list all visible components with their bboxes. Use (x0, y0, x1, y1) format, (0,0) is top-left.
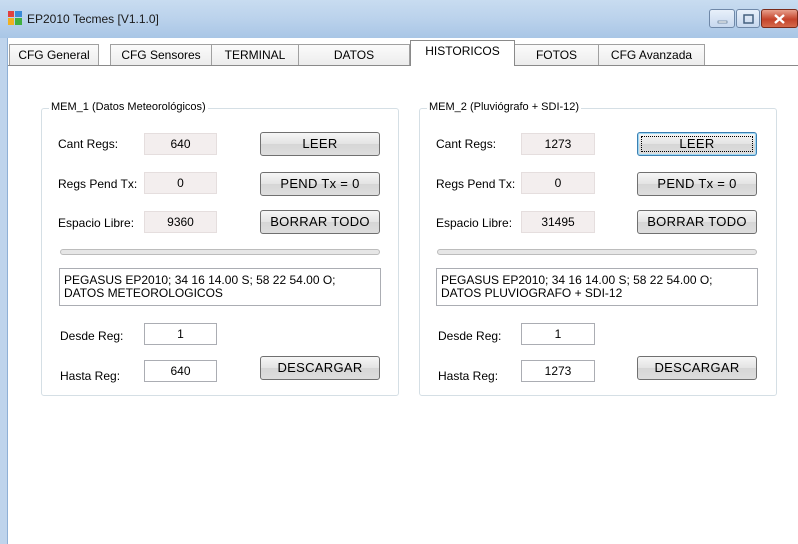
mem1-cant-regs-value: 640 (144, 133, 217, 155)
tab-datos[interactable]: DATOS (298, 44, 410, 65)
mem2-desde-input[interactable]: 1 (521, 323, 595, 345)
mem2-info-box[interactable]: PEGASUS EP2010; 34 16 14.00 S; 58 22 54.… (436, 268, 758, 306)
mem1-hasta-label: Hasta Reg: (60, 369, 121, 383)
tab-historicos[interactable]: HISTORICOS (410, 40, 515, 66)
tab-fotos[interactable]: FOTOS (514, 44, 599, 65)
mem1-pend-tx-button[interactable]: PEND Tx = 0 (260, 172, 380, 196)
window-title: EP2010 Tecmes [V1.1.0] (27, 12, 159, 26)
close-icon (774, 14, 785, 24)
mem2-hasta-input[interactable]: 1273 (521, 360, 595, 382)
mem1-regs-pend-value: 0 (144, 172, 217, 194)
mem1-desde-label: Desde Reg: (60, 329, 124, 343)
mem2-regs-pend-value: 0 (521, 172, 595, 194)
maximize-button[interactable] (736, 9, 760, 28)
mem2-legend: MEM_2 (Pluviógrafo + SDI-12) (427, 101, 582, 113)
mem1-desde-input[interactable]: 1 (144, 323, 217, 345)
minimize-button[interactable] (709, 9, 735, 28)
mem1-legend: MEM_1 (Datos Meteorológicos) (49, 101, 208, 113)
mem1-info-box[interactable]: PEGASUS EP2010; 34 16 14.00 S; 58 22 54.… (59, 268, 381, 306)
mem1-descargar-button[interactable]: DESCARGAR (260, 356, 380, 380)
mem2-progress-bar (437, 249, 757, 255)
focus-ring (641, 136, 753, 152)
mem2-borrar-button[interactable]: BORRAR TODO (637, 210, 757, 234)
mem1-leer-button[interactable]: LEER (260, 132, 380, 156)
mem2-espacio-value: 31495 (521, 211, 595, 233)
tab-terminal[interactable]: TERMINAL (211, 44, 299, 65)
mem2-regs-pend-label: Regs Pend Tx: (436, 177, 516, 191)
tab-cfg-avanzada[interactable]: CFG Avanzada (598, 44, 705, 65)
mem1-borrar-button[interactable]: BORRAR TODO (260, 210, 380, 234)
minimize-icon (717, 20, 728, 24)
mem2-cant-regs-value: 1273 (521, 133, 595, 155)
app-icon (8, 11, 22, 25)
mem2-espacio-label: Espacio Libre: (436, 216, 513, 230)
close-button[interactable] (761, 9, 798, 28)
mem2-desde-label: Desde Reg: (438, 329, 502, 343)
mem2-hasta-label: Hasta Reg: (438, 369, 499, 383)
mem1-regs-pend-label: Regs Pend Tx: (58, 177, 138, 191)
mem2-pend-tx-button[interactable]: PEND Tx = 0 (637, 172, 757, 196)
mem1-hasta-input[interactable]: 640 (144, 360, 217, 382)
mem1-progress-bar (60, 249, 380, 255)
mem1-espacio-label: Espacio Libre: (58, 216, 135, 230)
tab-cfg-sensores[interactable]: CFG Sensores (110, 44, 212, 65)
title-bar[interactable]: EP2010 Tecmes [V1.1.0] (0, 0, 798, 39)
window-frame-left (0, 38, 8, 544)
mem2-cant-regs-label: Cant Regs: (436, 137, 497, 151)
mem1-info-line2: DATOS METEOROLOGICOS (64, 286, 223, 300)
tab-cfg-general[interactable]: CFG General (9, 44, 99, 65)
maximize-icon (743, 14, 754, 24)
mem2-info-line2: DATOS PLUVIOGRAFO + SDI-12 (441, 286, 623, 300)
mem1-cant-regs-label: Cant Regs: (58, 137, 119, 151)
mem1-espacio-value: 9360 (144, 211, 217, 233)
mem2-leer-button[interactable]: LEER (637, 132, 757, 156)
mem2-descargar-button[interactable]: DESCARGAR (637, 356, 757, 380)
